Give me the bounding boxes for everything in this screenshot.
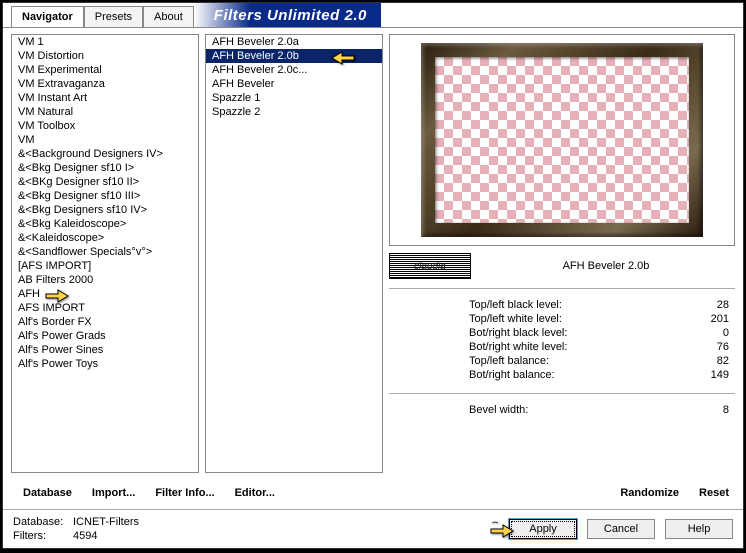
preview-checker xyxy=(435,57,689,223)
database-button[interactable]: Database xyxy=(17,483,78,503)
tab-about[interactable]: About xyxy=(143,6,194,27)
filter-listbox[interactable]: AFH Beveler 2.0aAFH Beveler 2.0bAFH Beve… xyxy=(205,34,383,473)
list-item[interactable]: AFH Beveler xyxy=(206,77,382,91)
right-panel: claudia AFH Beveler 2.0b Top/left black … xyxy=(389,34,735,473)
list-item[interactable]: [AFS IMPORT] xyxy=(12,259,198,273)
list-item[interactable]: VM Instant Art xyxy=(12,91,198,105)
toolbar-row: Database Import... Filter Info... Editor… xyxy=(3,479,743,509)
list-item[interactable]: AFS IMPORT xyxy=(12,301,198,315)
param-row[interactable]: Bot/right white level:76 xyxy=(469,341,729,353)
list-item[interactable]: &<Bkg Designer sf10 III> xyxy=(12,189,198,203)
list-item[interactable]: &<BKg Designer sf10 II> xyxy=(12,175,198,189)
status-label: Filters: xyxy=(13,530,73,542)
status-value: 4594 xyxy=(73,530,97,542)
list-item[interactable]: VM xyxy=(12,133,198,147)
titlebar: Navigator Presets About Filters Unlimite… xyxy=(3,3,743,27)
category-list-panel: VM 1VM DistortionVM ExperimentalVM Extra… xyxy=(11,34,199,473)
param-label: Top/left black level: xyxy=(469,299,689,311)
param-row[interactable]: Bot/right balance:149 xyxy=(469,369,729,381)
bottom-bar: Database: ICNET-Filters Filters: 4594 Ap… xyxy=(3,509,743,548)
param-label: Bot/right white level: xyxy=(469,341,689,353)
list-item[interactable]: Alf's Power Toys xyxy=(12,357,198,371)
list-item[interactable]: VM Distortion xyxy=(12,49,198,63)
randomize-button[interactable]: Randomize xyxy=(614,483,685,503)
tab-strip: Navigator Presets About xyxy=(3,5,194,26)
param-row[interactable]: Top/left balance:82 xyxy=(469,355,729,367)
list-item[interactable]: &<Background Designers IV> xyxy=(12,147,198,161)
list-item[interactable]: VM Toolbox xyxy=(12,119,198,133)
filter-title: AFH Beveler 2.0b xyxy=(477,260,735,272)
status-database: Database: ICNET-Filters xyxy=(13,516,139,528)
list-item[interactable]: AFH Beveler 2.0a xyxy=(206,35,382,49)
category-listbox[interactable]: VM 1VM DistortionVM ExperimentalVM Extra… xyxy=(11,34,199,473)
status-filters: Filters: 4594 xyxy=(13,530,139,542)
filter-list-panel: AFH Beveler 2.0aAFH Beveler 2.0bAFH Beve… xyxy=(205,34,383,473)
author-logo: claudia xyxy=(389,253,471,279)
content-area: VM 1VM DistortionVM ExperimentalVM Extra… xyxy=(3,27,743,479)
bevel-param-row: Bevel width: 8 xyxy=(389,402,735,416)
separator xyxy=(389,288,735,289)
import-button[interactable]: Import... xyxy=(86,483,141,503)
list-item[interactable]: Alf's Power Sines xyxy=(12,343,198,357)
cancel-button[interactable]: Cancel xyxy=(587,519,655,539)
preview-pane xyxy=(389,34,735,246)
param-label: Top/left balance: xyxy=(469,355,689,367)
tab-navigator[interactable]: Navigator xyxy=(11,6,84,27)
preview-frame xyxy=(421,43,703,237)
param-value: 76 xyxy=(689,341,729,353)
status-value: ICNET-Filters xyxy=(73,516,139,528)
help-button[interactable]: Help xyxy=(665,519,733,539)
param-label: Bot/right balance: xyxy=(469,369,689,381)
editor-button[interactable]: Editor... xyxy=(229,483,281,503)
param-row[interactable]: Top/left black level:28 xyxy=(469,299,729,311)
tab-presets[interactable]: Presets xyxy=(84,6,143,27)
filter-title-row: claudia AFH Beveler 2.0b xyxy=(389,252,735,280)
list-item[interactable]: Spazzle 2 xyxy=(206,105,382,119)
list-item[interactable]: VM 1 xyxy=(12,35,198,49)
param-value: 28 xyxy=(689,299,729,311)
list-item[interactable]: AB Filters 2000 xyxy=(12,273,198,287)
param-value: 82 xyxy=(689,355,729,367)
list-item[interactable]: AFH Beveler 2.0c... xyxy=(206,63,382,77)
app-title: Filters Unlimited 2.0 xyxy=(194,3,381,27)
spacer xyxy=(289,483,606,503)
status-label: Database: xyxy=(13,516,73,528)
param-label: Top/left white level: xyxy=(469,313,689,325)
list-item[interactable]: AFH xyxy=(12,287,198,301)
list-item[interactable]: &<Bkg Designer sf10 I> xyxy=(12,161,198,175)
list-item[interactable]: VM Natural xyxy=(12,105,198,119)
param-value: 149 xyxy=(689,369,729,381)
param-row[interactable]: Bevel width: 8 xyxy=(469,404,729,416)
list-item[interactable]: &<Sandflower Specials°v°> xyxy=(12,245,198,259)
param-value: 0 xyxy=(689,327,729,339)
separator xyxy=(389,393,735,394)
param-label: Bot/right black level: xyxy=(469,327,689,339)
reset-button[interactable]: Reset xyxy=(693,483,735,503)
list-item[interactable]: Spazzle 1 xyxy=(206,91,382,105)
title-right: Filters Unlimited 2.0 xyxy=(194,3,743,27)
param-row[interactable]: Top/left white level:201 xyxy=(469,313,729,325)
param-list: Top/left black level:28Top/left white le… xyxy=(389,297,735,381)
param-value: 8 xyxy=(689,404,729,416)
list-item[interactable]: AFH Beveler 2.0b xyxy=(206,49,382,63)
list-item[interactable]: &<Bkg Designers sf10 IV> xyxy=(12,203,198,217)
list-item[interactable]: Alf's Border FX xyxy=(12,315,198,329)
list-item[interactable]: VM Extravaganza xyxy=(12,77,198,91)
apply-button[interactable]: Apply xyxy=(509,519,577,539)
param-row[interactable]: Bot/right black level:0 xyxy=(469,327,729,339)
dialog-window: Navigator Presets About Filters Unlimite… xyxy=(2,2,744,549)
filter-info-button[interactable]: Filter Info... xyxy=(149,483,220,503)
status-info: Database: ICNET-Filters Filters: 4594 xyxy=(13,516,139,542)
list-item[interactable]: Alf's Power Grads xyxy=(12,329,198,343)
list-item[interactable]: &<Kaleidoscope> xyxy=(12,231,198,245)
list-item[interactable]: VM Experimental xyxy=(12,63,198,77)
list-item[interactable]: &<Bkg Kaleidoscope> xyxy=(12,217,198,231)
param-label: Bevel width: xyxy=(469,404,689,416)
param-value: 201 xyxy=(689,313,729,325)
